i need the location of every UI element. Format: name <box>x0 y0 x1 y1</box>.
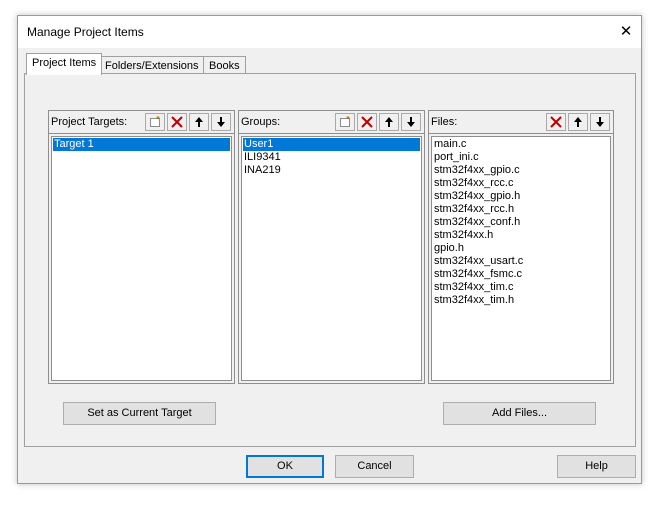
move-group-down-button[interactable] <box>401 113 421 131</box>
list-item[interactable]: gpio.h <box>433 242 609 255</box>
close-icon[interactable]: ✕ <box>611 16 641 48</box>
new-group-button[interactable] <box>335 113 355 131</box>
delete-file-button[interactable] <box>546 113 566 131</box>
move-target-up-button[interactable] <box>189 113 209 131</box>
list-item[interactable]: stm32f4xx_rcc.h <box>433 203 609 216</box>
groups-listbox[interactable]: User1 ILI9341 INA219 <box>241 136 422 381</box>
cancel-button[interactable]: Cancel <box>335 455 414 478</box>
list-item[interactable]: INA219 <box>243 164 420 177</box>
move-up-icon <box>195 117 203 127</box>
delete-icon <box>361 116 373 128</box>
list-item[interactable]: stm32f4xx_conf.h <box>433 216 609 229</box>
project-targets-panel: Project Targets: Target 1 <box>48 110 235 384</box>
delete-target-button[interactable] <box>167 113 187 131</box>
move-down-icon <box>596 117 604 127</box>
move-file-up-button[interactable] <box>568 113 588 131</box>
delete-group-button[interactable] <box>357 113 377 131</box>
new-item-icon <box>150 115 160 127</box>
delete-icon <box>171 116 183 128</box>
delete-icon <box>550 116 562 128</box>
panel-header: Groups: <box>239 111 424 134</box>
files-panel: Files: main.c port_ini.c stm32f4xx_gpio.… <box>428 110 614 384</box>
list-item[interactable]: stm32f4xx_tim.c <box>433 281 609 294</box>
list-item[interactable]: stm32f4xx_gpio.h <box>433 190 609 203</box>
tab-panel-project-items: Project Targets: Target 1 Groups: User1 … <box>24 73 636 447</box>
title-bar: Manage Project Items ✕ <box>18 16 641 48</box>
tab-label: Folders/Extensions <box>105 60 199 72</box>
move-file-down-button[interactable] <box>590 113 610 131</box>
panel-header: Files: <box>429 111 613 134</box>
move-up-icon <box>385 117 393 127</box>
move-down-icon <box>407 117 415 127</box>
list-item[interactable]: main.c <box>433 138 609 151</box>
list-item[interactable]: port_ini.c <box>433 151 609 164</box>
list-item[interactable]: Target 1 <box>53 138 230 151</box>
project-targets-label: Project Targets: <box>51 116 128 128</box>
list-item[interactable]: ILI9341 <box>243 151 420 164</box>
list-item[interactable]: stm32f4xx_gpio.c <box>433 164 609 177</box>
panel-header: Project Targets: <box>49 111 234 134</box>
ok-button[interactable]: OK <box>246 455 324 478</box>
manage-project-items-dialog: Manage Project Items ✕ Project Items Fol… <box>17 15 642 484</box>
files-listbox[interactable]: main.c port_ini.c stm32f4xx_gpio.c stm32f4x… <box>431 136 611 381</box>
list-item[interactable]: stm32f4xx_tim.h <box>433 294 609 307</box>
tab-label: Project Items <box>32 57 97 69</box>
set-as-current-target-button[interactable]: Set as Current Target <box>63 402 216 425</box>
groups-panel: Groups: User1 ILI9341 INA219 <box>238 110 425 384</box>
move-group-up-button[interactable] <box>379 113 399 131</box>
help-button[interactable]: Help <box>557 455 636 478</box>
new-target-button[interactable] <box>145 113 165 131</box>
move-down-icon <box>217 117 225 127</box>
new-item-icon <box>340 115 350 127</box>
list-item[interactable]: stm32f4xx_fsmc.c <box>433 268 609 281</box>
list-item[interactable]: stm32f4xx_usart.c <box>433 255 609 268</box>
move-target-down-button[interactable] <box>211 113 231 131</box>
files-label: Files: <box>431 116 458 128</box>
list-item[interactable]: stm32f4xx.h <box>433 229 609 242</box>
tab-project-items[interactable]: Project Items <box>26 53 103 75</box>
add-files-button[interactable]: Add Files... <box>443 402 596 425</box>
list-item[interactable]: User1 <box>243 138 420 151</box>
move-up-icon <box>574 117 582 127</box>
groups-label: Groups: <box>241 116 281 128</box>
tab-label: Books <box>209 60 240 72</box>
project-targets-listbox[interactable]: Target 1 <box>51 136 232 381</box>
window-title: Manage Project Items <box>27 25 144 39</box>
list-item[interactable]: stm32f4xx_rcc.c <box>433 177 609 190</box>
